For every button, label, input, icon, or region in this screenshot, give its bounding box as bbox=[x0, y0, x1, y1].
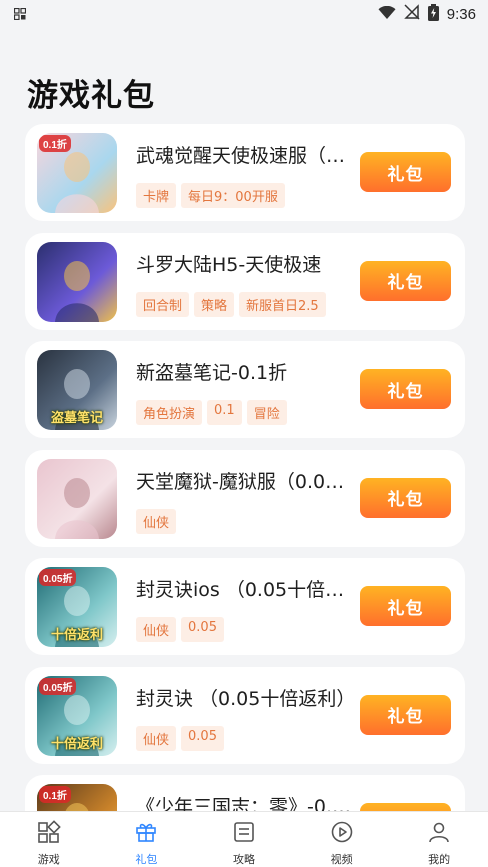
game-tag: 回合制 bbox=[136, 291, 190, 317]
guide-icon bbox=[232, 820, 256, 848]
gift-button[interactable]: 礼包 bbox=[360, 586, 451, 626]
status-bar: 9:36 bbox=[0, 0, 488, 28]
nav-label-profile: 我的 bbox=[428, 853, 451, 866]
nav-label-gifts: 礼包 bbox=[135, 853, 158, 866]
thumbnail-caption: 十倍返利 bbox=[50, 736, 103, 752]
gift-button[interactable]: 礼包 bbox=[360, 152, 451, 192]
game-tags: 卡牌 每日9：00开服 bbox=[136, 183, 285, 208]
profile-icon bbox=[427, 820, 451, 848]
nav-label-guides: 攻略 bbox=[232, 853, 255, 866]
status-time: 9:36 bbox=[446, 5, 476, 23]
game-tag: 策略 bbox=[194, 291, 235, 317]
game-title[interactable]: 武魂觉醒天使极速服（0.1折商城狂欢） bbox=[136, 141, 356, 168]
game-thumbnail[interactable]: 盗墓笔记 bbox=[37, 350, 117, 430]
game-card[interactable]: 天堂魔狱-魔狱服（0.05折） 仙侠 礼包 bbox=[25, 449, 465, 547]
game-title[interactable]: 封灵诀ios （0.05十倍返利） bbox=[136, 575, 356, 602]
game-tag: 仙侠 bbox=[136, 617, 177, 642]
thumbnail-badge: 0.05折 bbox=[39, 677, 77, 695]
game-thumbnail[interactable]: 0.05折十倍返利 bbox=[37, 567, 117, 647]
game-tag: 每日9：00开服 bbox=[181, 183, 285, 208]
nav-tab-gifts[interactable]: 礼包 bbox=[98, 812, 196, 867]
game-tags: 仙侠 0.05 bbox=[136, 725, 224, 751]
game-card[interactable]: 斗罗大陆H5-天使极速 回合制 策略 新服首日2.5 礼包 bbox=[25, 232, 465, 330]
gift-button[interactable]: 礼包 bbox=[360, 260, 451, 301]
game-card[interactable]: 盗墓笔记 新盗墓笔记-0.1折 角色扮演 0.1 冒险 礼包 bbox=[25, 341, 465, 438]
nav-tab-guides[interactable]: 攻略 bbox=[195, 812, 293, 867]
thumbnail-caption: 十倍返利 bbox=[50, 628, 103, 643]
game-tag: 0.05 bbox=[181, 725, 224, 751]
app-grid-icon bbox=[13, 5, 27, 24]
nav-tab-profile[interactable]: 我的 bbox=[390, 812, 488, 867]
game-tag: 卡牌 bbox=[136, 183, 177, 208]
game-tags: 角色扮演 0.1 冒险 bbox=[136, 400, 287, 425]
nav-tab-games[interactable]: 游戏 bbox=[0, 812, 98, 867]
thumbnail-badge: 0.1折 bbox=[39, 135, 71, 152]
wifi-icon bbox=[378, 5, 396, 24]
gift-icon bbox=[134, 820, 158, 848]
game-tag: 0.05 bbox=[181, 617, 224, 642]
thumbnail-caption: 盗墓笔记 bbox=[50, 411, 103, 426]
game-tags: 仙侠 bbox=[136, 508, 177, 534]
game-tag: 仙侠 bbox=[136, 725, 177, 751]
game-title[interactable]: 新盗墓笔记-0.1折 bbox=[136, 358, 356, 385]
nav-tab-videos[interactable]: 视频 bbox=[293, 812, 391, 867]
game-card[interactable]: 0.05折 十倍返利 封灵诀 （0.05十倍返利） 仙侠 0.05 礼包 bbox=[25, 666, 465, 764]
game-tag: 冒险 bbox=[246, 400, 287, 425]
play-icon bbox=[330, 820, 354, 848]
game-title[interactable]: 天堂魔狱-魔狱服（0.05折） bbox=[136, 467, 356, 494]
game-thumbnail[interactable]: 0.05折十倍返利 bbox=[37, 675, 117, 756]
game-tag: 新服首日2.5 bbox=[239, 291, 326, 317]
grid-icon bbox=[37, 820, 61, 848]
game-gift-list: 0.1折武魂觉醒天使极速服（0.1折商城狂欢）卡牌每日9：00开服礼包斗罗大陆H… bbox=[25, 124, 465, 867]
game-tags: 仙侠 0.05 bbox=[136, 617, 224, 642]
page-title: 游戏礼包 bbox=[27, 78, 155, 114]
game-tag: 角色扮演 bbox=[136, 400, 203, 425]
gift-button[interactable]: 礼包 bbox=[360, 477, 451, 518]
game-title[interactable]: 斗罗大陆H5-天使极速 bbox=[136, 250, 356, 277]
thumbnail-badge: 0.05折 bbox=[39, 569, 77, 586]
game-thumbnail[interactable] bbox=[37, 241, 117, 322]
nav-label-videos: 视频 bbox=[330, 853, 353, 866]
game-card[interactable]: 0.05折十倍返利封灵诀ios （0.05十倍返利）仙侠0.05礼包 bbox=[25, 558, 465, 655]
game-thumbnail[interactable]: 0.1折 bbox=[37, 133, 117, 213]
gift-button[interactable]: 礼包 bbox=[360, 694, 451, 735]
gift-button[interactable]: 礼包 bbox=[360, 369, 451, 409]
nav-label-games: 游戏 bbox=[37, 853, 60, 866]
bottom-nav: 游戏 礼包 攻略 视频 我的 bbox=[0, 811, 488, 867]
game-thumbnail[interactable] bbox=[37, 458, 117, 539]
battery-charging-icon bbox=[427, 3, 439, 25]
game-tag: 仙侠 bbox=[136, 508, 177, 534]
no-signal-icon bbox=[403, 4, 420, 24]
game-title[interactable]: 封灵诀 （0.05十倍返利） bbox=[136, 684, 356, 711]
game-card[interactable]: 0.1折 武魂觉醒天使极速服（0.1折商城狂欢） 卡牌每日9：00开服 礼包 bbox=[25, 124, 465, 221]
thumbnail-badge: 0.1折 bbox=[39, 786, 71, 803]
game-tag: 0.1 bbox=[207, 400, 242, 425]
game-tags: 回合制 策略 新服首日2.5 bbox=[136, 291, 326, 317]
